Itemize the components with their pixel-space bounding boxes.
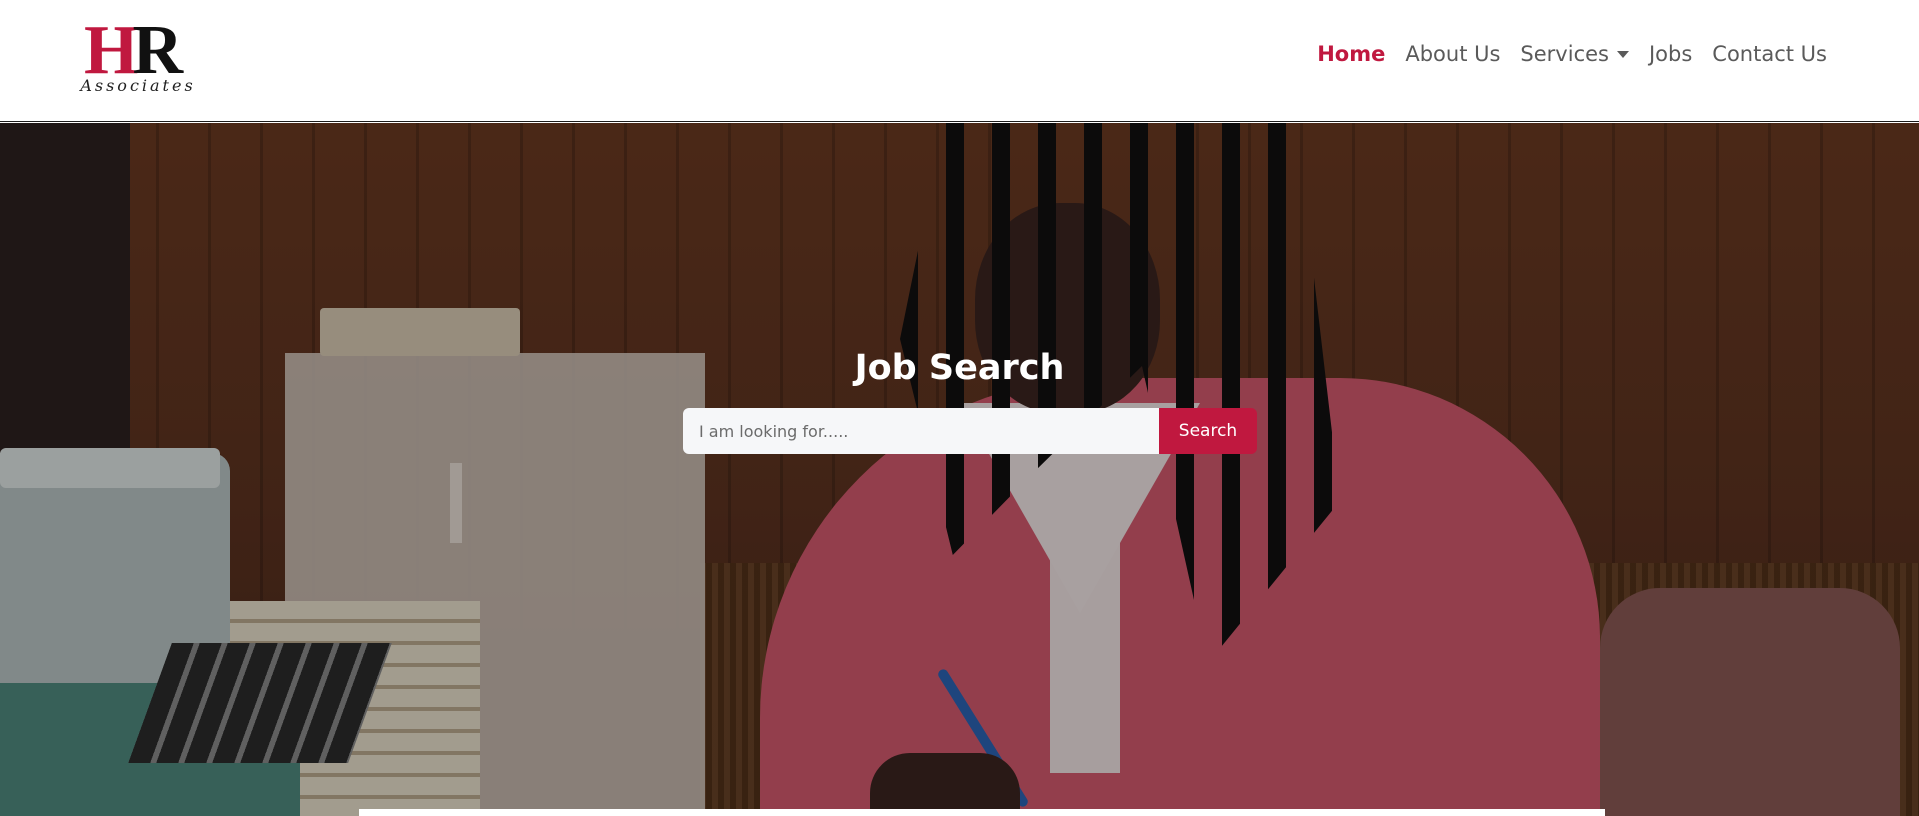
content-card-top-edge: [359, 809, 1605, 816]
site-header: HR Associates Home About Us Services Job…: [0, 0, 1919, 122]
search-button[interactable]: Search: [1159, 408, 1257, 454]
chevron-down-icon: [1616, 50, 1629, 58]
job-search-form: Search: [683, 408, 1257, 454]
hero-banner: Job Search Search: [0, 123, 1919, 816]
nav-contact-us[interactable]: Contact Us: [1702, 42, 1837, 66]
hr-associates-logo[interactable]: HR Associates: [80, 16, 196, 106]
nav-about-us[interactable]: About Us: [1395, 42, 1510, 66]
nav-home[interactable]: Home: [1307, 42, 1395, 66]
nav-services[interactable]: Services: [1510, 42, 1639, 66]
logo-subtitle: Associates: [80, 76, 196, 95]
main-nav: Home About Us Services Jobs Contact Us: [1307, 42, 1837, 66]
nav-jobs[interactable]: Jobs: [1639, 42, 1702, 66]
job-search-input[interactable]: [683, 408, 1159, 454]
nav-services-label: Services: [1520, 42, 1609, 66]
hero-title: Job Search: [854, 348, 1065, 388]
hero-overlay: [0, 123, 1919, 816]
